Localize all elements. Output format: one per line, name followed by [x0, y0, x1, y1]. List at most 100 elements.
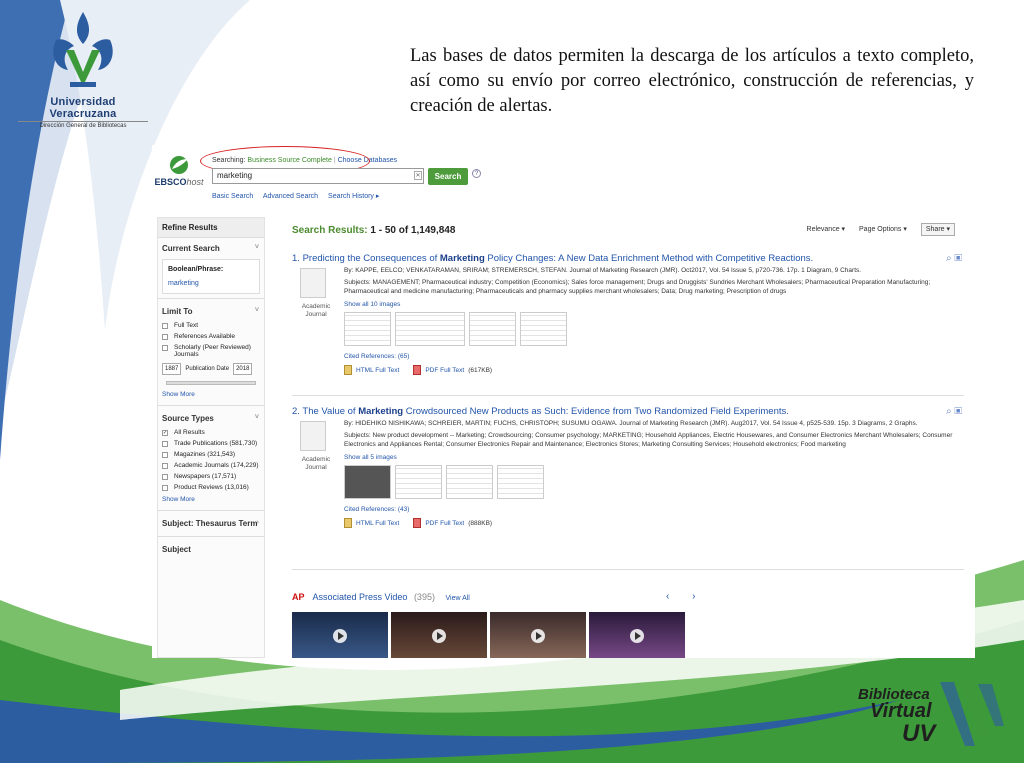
relevance-dropdown[interactable]: Relevance ▾	[807, 226, 846, 233]
limit-to-header[interactable]: Limit To ˅	[158, 303, 264, 320]
video-thumbnail[interactable]	[391, 612, 487, 658]
date-from-input[interactable]: 1887	[162, 363, 182, 375]
view-all-link[interactable]: View All	[445, 595, 469, 602]
source-product-reviews[interactable]: Product Reviews (13,016)	[158, 482, 264, 493]
document-type: Academic Journal	[301, 456, 331, 471]
show-images-link[interactable]: Show all 10 images	[344, 300, 956, 309]
checkbox[interactable]	[162, 452, 168, 458]
date-to-input[interactable]: 2018	[233, 363, 253, 375]
video-thumbnail[interactable]	[490, 612, 586, 658]
carousel-next-icon[interactable]: ›	[692, 591, 695, 602]
bv-line3: UV	[902, 720, 936, 747]
boolean-phrase-value[interactable]: marketing	[168, 280, 254, 287]
ebsco-header: EBSCOhost Searching: Business Source Com…	[152, 145, 975, 205]
video-thumbnail[interactable]	[589, 612, 685, 658]
thumbnail[interactable]	[344, 465, 391, 499]
checkbox[interactable]	[162, 345, 168, 351]
advanced-search-link[interactable]: Advanced Search	[263, 193, 318, 200]
cited-references-link[interactable]: Cited References: (43)	[344, 505, 956, 514]
source-academic[interactable]: Academic Journals (174,229)	[158, 460, 264, 471]
limit-label: Full Text	[174, 322, 199, 329]
ap-video-title[interactable]: Associated Press Video	[313, 592, 408, 602]
result-authors: By: HIDEHIKO NISHIKAWA; SCHREIER, MARTIN…	[344, 420, 918, 427]
ebsco-leaf-icon	[170, 156, 188, 174]
checkbox[interactable]	[162, 323, 168, 329]
current-search-header[interactable]: Current Search ˅	[158, 240, 264, 257]
carousel-prev-icon[interactable]: ‹	[666, 591, 669, 602]
uv-emblem-icon	[53, 12, 113, 87]
play-icon[interactable]	[333, 629, 347, 643]
show-more-link[interactable]: Show More	[158, 388, 264, 401]
play-icon[interactable]	[630, 629, 644, 643]
play-icon[interactable]	[531, 629, 545, 643]
result-body: By: HIDEHIKO NISHIKAWA; SCHREIER, MARTIN…	[344, 419, 956, 528]
thumbnail[interactable]	[446, 465, 493, 499]
source-label: Trade Publications (581,730)	[174, 440, 258, 447]
checkbox[interactable]	[162, 441, 168, 447]
play-icon[interactable]	[432, 629, 446, 643]
thumbnail[interactable]	[395, 465, 442, 499]
pdf-full-text-link[interactable]: PDF Full Text	[425, 519, 464, 528]
share-button[interactable]: Share ▾	[920, 223, 955, 236]
source-label: Newspapers (17,571)	[174, 473, 237, 480]
subject-thesaurus-header[interactable]: Subject: Thesaurus Term ›	[158, 515, 264, 532]
limit-references[interactable]: References Available	[158, 331, 264, 342]
pdf-full-text-link[interactable]: PDF Full Text	[425, 366, 464, 375]
search-button[interactable]: Search	[428, 168, 468, 185]
basic-search-link[interactable]: Basic Search	[212, 193, 253, 200]
chevron-down-icon: ˅	[254, 414, 259, 421]
video-thumbnails	[292, 612, 685, 658]
checkbox[interactable]	[162, 334, 168, 340]
source-label: Academic Journals (174,229)	[174, 462, 259, 469]
checkbox[interactable]	[162, 485, 168, 491]
source-label: All Results	[174, 429, 205, 436]
thumbnail[interactable]	[469, 312, 516, 346]
date-slider[interactable]	[166, 381, 256, 385]
divider	[158, 298, 264, 299]
search-history-link[interactable]: Search History ▸	[328, 193, 379, 200]
checkbox-checked[interactable]: ✓	[162, 430, 168, 436]
clear-search-icon[interactable]: ✕	[414, 171, 422, 180]
thumbnail[interactable]	[344, 312, 391, 346]
source-trade[interactable]: Trade Publications (581,730)	[158, 438, 264, 449]
ap-video-header: AP Associated Press Video (395) View All	[292, 592, 470, 602]
thumbnail[interactable]	[497, 465, 544, 499]
document-type: Academic Journal	[301, 303, 331, 318]
search-input[interactable]: marketing	[212, 168, 424, 184]
thumbnail[interactable]	[520, 312, 567, 346]
full-text-row: HTML Full Text PDF Full Text (617KB)	[344, 365, 956, 375]
preview-icon[interactable]: ⌕ ▣	[946, 253, 962, 264]
video-thumbnail[interactable]	[292, 612, 388, 658]
limit-full-text[interactable]: Full Text	[158, 320, 264, 331]
results-options: Relevance ▾ Page Options ▾ Share ▾	[795, 223, 955, 236]
help-icon[interactable]: ?	[472, 169, 481, 178]
thumbnail[interactable]	[395, 312, 465, 346]
result-item: 1. Predicting the Consequences of Market…	[292, 253, 964, 375]
checkbox[interactable]	[162, 474, 168, 480]
image-thumbnails	[344, 312, 956, 346]
cited-references-link[interactable]: Cited References: (65)	[344, 352, 956, 361]
result-title[interactable]: 1. Predicting the Consequences of Market…	[292, 253, 964, 264]
source-magazines[interactable]: Magazines (321,543)	[158, 449, 264, 460]
source-all[interactable]: ✓ All Results	[158, 427, 264, 438]
checkbox[interactable]	[162, 463, 168, 469]
search-mode-links: Basic Search Advanced Search Search Hist…	[212, 192, 387, 200]
html-full-text-link[interactable]: HTML Full Text	[356, 366, 399, 375]
limit-scholarly[interactable]: Scholarly (Peer Reviewed) Journals	[158, 342, 264, 360]
full-text-row: HTML Full Text PDF Full Text (888KB)	[344, 518, 956, 528]
ebsco-logo-host: host	[186, 177, 204, 187]
source-newspapers[interactable]: Newspapers (17,571)	[158, 471, 264, 482]
source-types-header[interactable]: Source Types ˅	[158, 410, 264, 427]
boolean-phrase-label: Boolean/Phrase:	[168, 266, 224, 273]
uv-logo: Universidad Veracruzana Dirección Genera…	[18, 10, 148, 129]
html-full-text-link[interactable]: HTML Full Text	[356, 519, 399, 528]
show-images-link[interactable]: Show all 5 images	[344, 453, 956, 462]
page-options-dropdown[interactable]: Page Options ▾	[859, 226, 907, 233]
show-more-link[interactable]: Show More	[158, 493, 264, 506]
subject-header[interactable]: Subject	[158, 541, 264, 558]
result-title-post: Policy Changes: A New Data Enrichment Me…	[487, 253, 814, 264]
result-title[interactable]: 2. The Value of Marketing Crowdsourced N…	[292, 406, 964, 417]
pdf-icon	[413, 518, 422, 528]
preview-icon[interactable]: ⌕ ▣	[946, 406, 962, 417]
result-number: 2.	[292, 406, 300, 417]
